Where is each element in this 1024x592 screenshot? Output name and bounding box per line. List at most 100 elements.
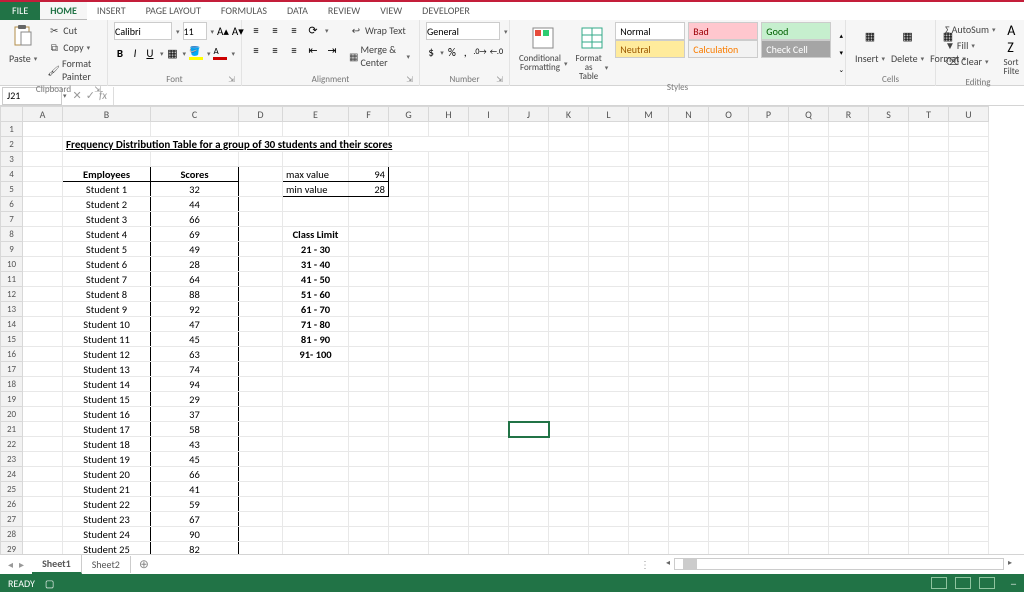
cell-J1[interactable] <box>509 122 549 137</box>
cell-A18[interactable] <box>23 377 63 392</box>
paste-icon[interactable] <box>9 22 37 50</box>
cell-K23[interactable] <box>549 452 589 467</box>
cell-U4[interactable] <box>949 167 989 182</box>
row-header-23[interactable]: 23 <box>1 452 23 467</box>
cell-S9[interactable] <box>869 242 909 257</box>
cell-U29[interactable] <box>949 542 989 555</box>
cell-D9[interactable] <box>239 242 283 257</box>
sort-filter-icon[interactable]: AZ <box>1007 22 1015 56</box>
cell-C13[interactable]: 92 <box>151 302 239 317</box>
cell-E28[interactable] <box>283 527 349 542</box>
cell-B17[interactable]: Student 13 <box>63 362 151 377</box>
cell-T6[interactable] <box>909 197 949 212</box>
font-size-combo[interactable] <box>183 22 207 40</box>
cell-D29[interactable] <box>239 542 283 555</box>
cell-H18[interactable] <box>429 377 469 392</box>
clear-button[interactable]: ⌫Clear▾ <box>942 54 999 69</box>
cell-E24[interactable] <box>283 467 349 482</box>
cell-L29[interactable] <box>589 542 629 555</box>
cell-A4[interactable] <box>23 167 63 182</box>
cell-A15[interactable] <box>23 332 63 347</box>
cell-H7[interactable] <box>429 212 469 227</box>
style-good[interactable]: Good <box>761 22 831 40</box>
cell-E17[interactable] <box>283 362 349 377</box>
cell-L17[interactable] <box>589 362 629 377</box>
cell-J2[interactable] <box>509 137 549 152</box>
cell-E27[interactable] <box>283 512 349 527</box>
cell-C8[interactable]: 69 <box>151 227 239 242</box>
cell-E13[interactable]: 61 - 70 <box>283 302 349 317</box>
cell-L22[interactable] <box>589 437 629 452</box>
cell-L6[interactable] <box>589 197 629 212</box>
cell-D28[interactable] <box>239 527 283 542</box>
cell-J18[interactable] <box>509 377 549 392</box>
cell-E5[interactable]: min value <box>283 182 349 197</box>
cell-F1[interactable] <box>349 122 389 137</box>
cell-J19[interactable] <box>509 392 549 407</box>
cell-L9[interactable] <box>589 242 629 257</box>
cell-H13[interactable] <box>429 302 469 317</box>
paste-button[interactable]: Paste▾ <box>6 51 40 66</box>
cell-F7[interactable] <box>349 212 389 227</box>
cell-P6[interactable] <box>749 197 789 212</box>
cell-R2[interactable] <box>829 137 869 152</box>
cell-K14[interactable] <box>549 317 589 332</box>
cell-H25[interactable] <box>429 482 469 497</box>
cell-B23[interactable]: Student 19 <box>63 452 151 467</box>
cell-O28[interactable] <box>709 527 749 542</box>
cell-P1[interactable] <box>749 122 789 137</box>
cell-O9[interactable] <box>709 242 749 257</box>
cell-L7[interactable] <box>589 212 629 227</box>
cell-I3[interactable] <box>469 152 509 167</box>
cell-J7[interactable] <box>509 212 549 227</box>
cell-R11[interactable] <box>829 272 869 287</box>
underline-button[interactable]: U <box>144 45 156 61</box>
cell-H29[interactable] <box>429 542 469 555</box>
cell-E12[interactable]: 51 - 60 <box>283 287 349 302</box>
cell-M4[interactable] <box>629 167 669 182</box>
cell-T9[interactable] <box>909 242 949 257</box>
cell-F10[interactable] <box>349 257 389 272</box>
cell-A3[interactable] <box>23 152 63 167</box>
cell-C22[interactable]: 43 <box>151 437 239 452</box>
cell-D24[interactable] <box>239 467 283 482</box>
cell-J26[interactable] <box>509 497 549 512</box>
cell-A29[interactable] <box>23 542 63 555</box>
cell-S25[interactable] <box>869 482 909 497</box>
borders-button[interactable]: ▦ <box>166 45 178 61</box>
cell-O2[interactable] <box>709 137 749 152</box>
cell-M28[interactable] <box>629 527 669 542</box>
cell-A5[interactable] <box>23 182 63 197</box>
cell-E8[interactable]: Class Limit <box>283 227 349 242</box>
cell-Q26[interactable] <box>789 497 829 512</box>
cell-Q13[interactable] <box>789 302 829 317</box>
cell-F25[interactable] <box>349 482 389 497</box>
cell-J15[interactable] <box>509 332 549 347</box>
cell-F3[interactable] <box>349 152 389 167</box>
cell-H11[interactable] <box>429 272 469 287</box>
sheet-nav-prev[interactable]: ◂ <box>8 558 13 571</box>
cell-H9[interactable] <box>429 242 469 257</box>
cell-H8[interactable] <box>429 227 469 242</box>
col-header-M[interactable]: M <box>629 107 669 122</box>
cell-F23[interactable] <box>349 452 389 467</box>
macro-record-icon[interactable]: ▢ <box>45 577 54 590</box>
cell-B29[interactable]: Student 25 <box>63 542 151 555</box>
cell-A17[interactable] <box>23 362 63 377</box>
cell-B21[interactable]: Student 17 <box>63 422 151 437</box>
cell-L12[interactable] <box>589 287 629 302</box>
cell-U9[interactable] <box>949 242 989 257</box>
cell-O13[interactable] <box>709 302 749 317</box>
cell-H16[interactable] <box>429 347 469 362</box>
cell-A10[interactable] <box>23 257 63 272</box>
cell-I16[interactable] <box>469 347 509 362</box>
cell-L3[interactable] <box>589 152 629 167</box>
cell-F22[interactable] <box>349 437 389 452</box>
cell-C3[interactable] <box>151 152 239 167</box>
cell-Q11[interactable] <box>789 272 829 287</box>
cell-D27[interactable] <box>239 512 283 527</box>
cell-P9[interactable] <box>749 242 789 257</box>
conditional-formatting-button[interactable]: Conditional Formatting▾ <box>516 53 570 73</box>
cell-B25[interactable]: Student 21 <box>63 482 151 497</box>
cell-S5[interactable] <box>869 182 909 197</box>
